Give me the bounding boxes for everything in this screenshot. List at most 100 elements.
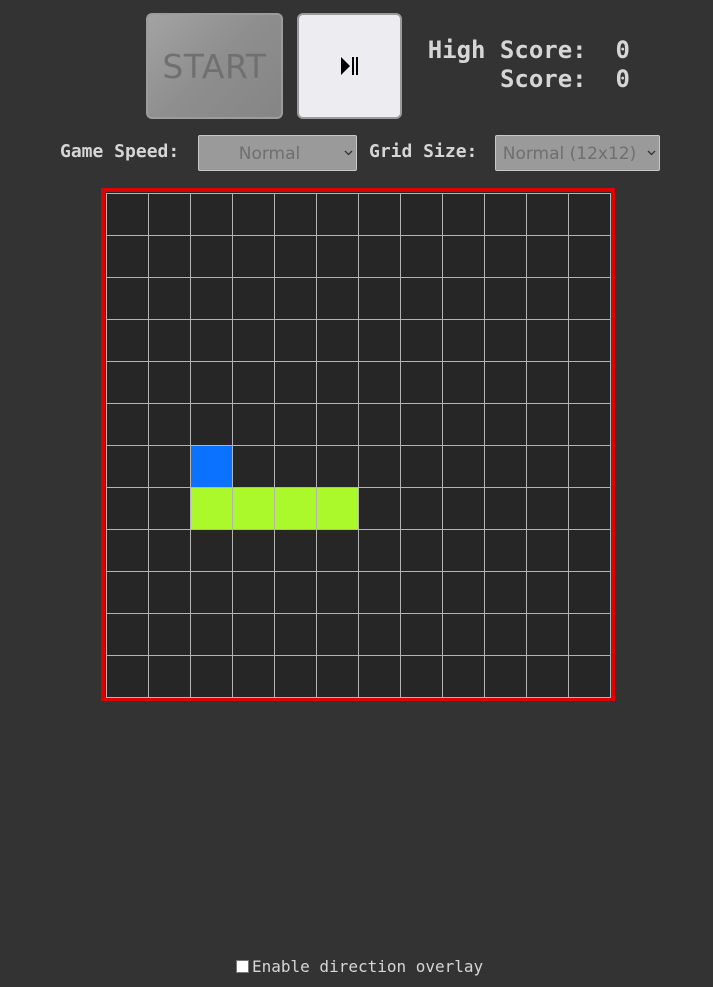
snake-segment [274,487,317,530]
grid-cell [526,487,569,530]
grid-cell [148,277,191,320]
grid-cell [442,403,485,446]
grid-cell [568,487,611,530]
grid-cell [190,655,233,698]
grid-cell [190,571,233,614]
grid-cell [484,445,527,488]
grid-cell [400,529,443,572]
grid-cell [568,613,611,656]
grid-cell [484,193,527,236]
grid-cell [484,487,527,530]
grid-cell [190,613,233,656]
grid-cell [106,571,149,614]
high-score-label: High Score: [427,36,587,64]
grid-cell [106,235,149,278]
grid-size-select[interactable]: Normal (12x12) [495,135,660,171]
game-speed-select[interactable]: Normal [198,135,357,171]
grid-cell [442,193,485,236]
grid-cell [274,529,317,572]
grid-cell [526,235,569,278]
grid-cell [358,655,401,698]
grid-cell [148,487,191,530]
snake-segment [316,487,359,530]
grid-cell [358,487,401,530]
grid-cell [442,655,485,698]
game-speed-label: Game Speed: [60,141,180,162]
start-button[interactable]: START [146,13,283,119]
grid-cell [358,403,401,446]
grid-cell [484,613,527,656]
grid-cell [316,613,359,656]
play-pause-button[interactable] [297,13,402,119]
direction-overlay-checkbox[interactable] [236,960,249,973]
grid-cell [400,613,443,656]
grid-cell [148,571,191,614]
grid-cell [274,613,317,656]
grid-cell [232,319,275,362]
grid-cell [106,403,149,446]
direction-overlay-toggle[interactable]: Enable direction overlay [236,957,483,976]
grid-cell [232,571,275,614]
grid-cell [400,445,443,488]
grid-cell [358,277,401,320]
grid-cell [190,403,233,446]
grid-cell [442,319,485,362]
grid-cell [148,403,191,446]
grid-cell [526,529,569,572]
grid-cell [358,529,401,572]
grid-cell [442,613,485,656]
grid-cell [400,319,443,362]
food-cell [190,445,233,488]
grid-cell [190,319,233,362]
grid-cell [484,235,527,278]
grid-cell [526,403,569,446]
grid-cell [568,403,611,446]
grid-cell [232,529,275,572]
grid-cell [106,445,149,488]
grid-cell [106,277,149,320]
grid-cell [400,655,443,698]
grid-cell [526,655,569,698]
grid-cell [148,361,191,404]
grid-cell [232,403,275,446]
grid-cell [358,319,401,362]
grid-cell [526,571,569,614]
grid-cell [106,361,149,404]
score-panel: High Score: 0 Score: 0 [410,36,630,94]
chevron-down-icon [340,150,356,156]
grid-cell [148,235,191,278]
game-board[interactable] [101,188,615,701]
grid-cell [316,403,359,446]
grid-cell [148,319,191,362]
grid-cell [358,193,401,236]
grid-cell [568,529,611,572]
grid-cell [568,235,611,278]
snake-segment [232,487,275,530]
grid-cell [442,445,485,488]
grid-cell [442,529,485,572]
grid-cell [526,319,569,362]
grid-cell [568,361,611,404]
grid-cell [316,529,359,572]
grid-cell [484,655,527,698]
grid-cell [316,445,359,488]
grid-cell [316,571,359,614]
grid-cell [526,277,569,320]
game-grid [106,193,611,698]
grid-cell [274,277,317,320]
grid-cell [190,193,233,236]
grid-cell [106,319,149,362]
grid-cell [232,277,275,320]
grid-cell [274,571,317,614]
grid-cell [526,193,569,236]
grid-cell [484,529,527,572]
grid-cell [568,319,611,362]
grid-cell [568,445,611,488]
grid-cell [316,655,359,698]
grid-cell [316,235,359,278]
grid-cell [274,361,317,404]
direction-overlay-label: Enable direction overlay [252,957,484,976]
high-score-value: 0 [615,36,630,64]
grid-cell [484,403,527,446]
grid-cell [568,193,611,236]
